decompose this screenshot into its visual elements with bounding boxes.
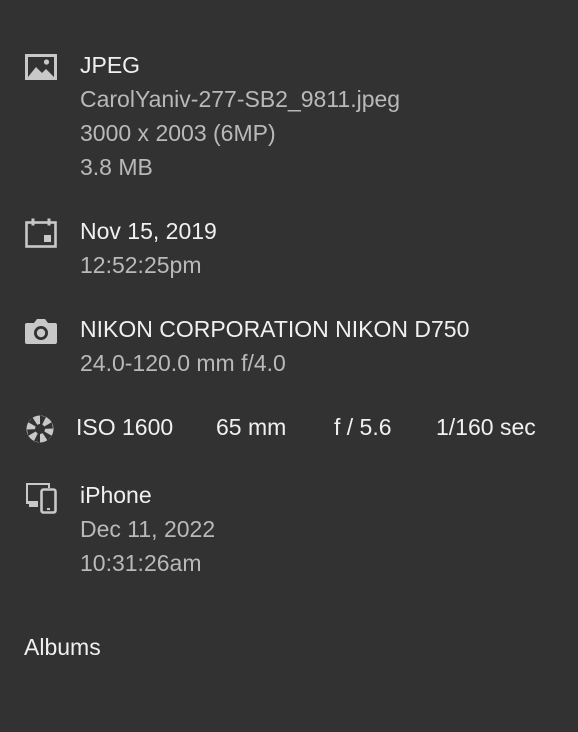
focal-length-value: 65 mm <box>216 414 287 440</box>
devices-icon <box>24 480 58 514</box>
device-name: iPhone <box>80 482 152 508</box>
lens-info: 24.0-120.0 mm f/4.0 <box>80 350 286 376</box>
import-date: Dec 11, 2022 <box>80 516 216 542</box>
image-icon <box>24 50 58 84</box>
camera-icon <box>24 314 58 348</box>
import-device-section: iPhone Dec 11, 2022 10:31:26am <box>24 478 578 580</box>
capture-date: Nov 15, 2019 <box>80 218 217 244</box>
iso-value: ISO 1600 <box>76 414 174 440</box>
exif-section: ISO 1600 65 mm f / 5.6 1/160 sec <box>24 410 574 444</box>
file-name: CarolYaniv-277-SB2_9811.jpeg <box>80 86 401 112</box>
calendar-icon <box>24 216 58 250</box>
albums-heading[interactable]: Albums <box>24 630 101 664</box>
file-info-section: JPEG CarolYaniv-277-SB2_9811.jpeg 3000 x… <box>24 48 578 184</box>
file-format: JPEG <box>80 52 141 78</box>
camera-model: NIKON CORPORATION NIKON D750 <box>80 316 470 342</box>
camera-section: NIKON CORPORATION NIKON D750 24.0-120.0 … <box>24 312 578 380</box>
aperture-value: f / 5.6 <box>334 414 392 440</box>
file-size: 3.8 MB <box>80 154 153 180</box>
photo-info-panel: JPEG CarolYaniv-277-SB2_9811.jpeg 3000 x… <box>0 0 578 732</box>
shutter-speed-value: 1/160 sec <box>436 414 536 440</box>
aperture-icon <box>24 413 56 445</box>
import-time: 10:31:26am <box>80 550 202 576</box>
image-dimensions: 3000 x 2003 (6MP) <box>80 120 276 146</box>
capture-date-section: Nov 15, 2019 12:52:25pm <box>24 214 578 282</box>
capture-time: 12:52:25pm <box>80 252 202 278</box>
